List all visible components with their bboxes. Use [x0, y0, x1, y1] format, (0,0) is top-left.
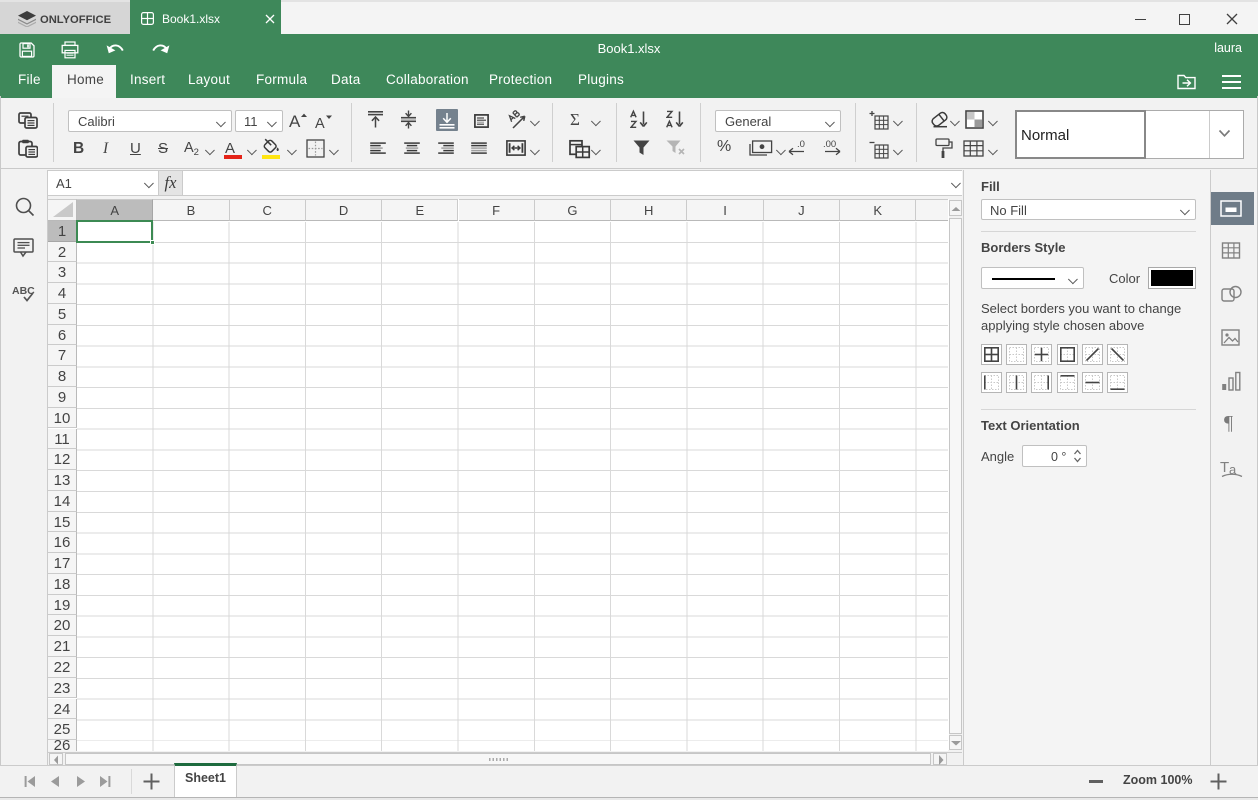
- svg-text:T: T: [1220, 459, 1229, 476]
- svg-text:A: A: [289, 112, 301, 131]
- svg-text:.00: .00: [823, 139, 836, 150]
- svg-text:.0: .0: [797, 139, 805, 150]
- svg-text:A: A: [315, 116, 325, 131]
